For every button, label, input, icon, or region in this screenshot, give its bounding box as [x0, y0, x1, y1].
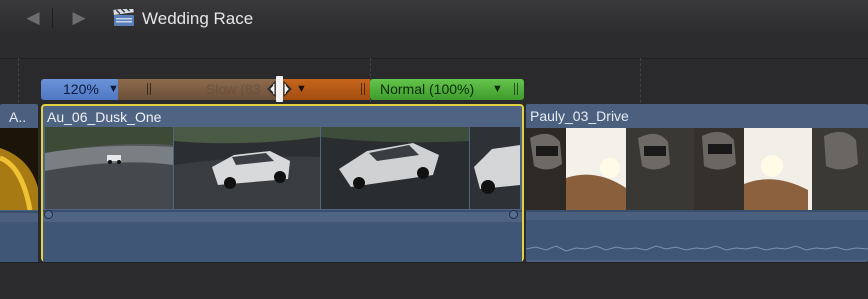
clip-name: Pauly_03_Drive: [530, 108, 629, 124]
forward-button[interactable]: ▶: [68, 8, 90, 28]
clip-filmstrip: [526, 128, 868, 210]
clip-filmstrip: [0, 128, 38, 210]
video-thumbnail: [45, 127, 173, 209]
video-thumbnail: [694, 128, 868, 210]
video-thumbnail: [321, 127, 469, 209]
timeline-empty-area[interactable]: [0, 262, 868, 299]
retime-speed-bar: 120% ▼ Slow (83 ▼ Normal (100%) ▼: [0, 79, 868, 100]
clapperboard-icon: [113, 9, 134, 26]
speed-segment-normal[interactable]: Normal (100%) ▼: [370, 79, 524, 100]
speed-transition-handle-icon[interactable]: [265, 76, 295, 102]
audio-track[interactable]: [0, 222, 38, 262]
audio-track[interactable]: [43, 222, 522, 262]
chevron-right-icon: ▶: [72, 8, 86, 27]
timeline-clip-selected[interactable]: Au_06_Dusk_One: [41, 104, 524, 262]
video-thumbnail: [0, 128, 38, 210]
back-button[interactable]: ◀: [22, 8, 44, 28]
speed-segment-fast[interactable]: 120% ▼: [41, 79, 120, 100]
audio-waveform: [526, 245, 868, 252]
speed-label: 120%: [63, 81, 99, 97]
retime-grip-handle[interactable]: [514, 83, 518, 95]
speed-label: Normal (100%): [380, 81, 475, 97]
audio-track[interactable]: [526, 220, 868, 260]
clip-filmstrip: [45, 127, 520, 209]
speed-segment-slow[interactable]: Slow (83: [118, 79, 280, 100]
nav-divider: [52, 8, 53, 28]
timeline-clip[interactable]: Pauly_03_Drive: [526, 104, 868, 262]
clip-divider: [43, 210, 522, 212]
timeline-ruler[interactable]: [0, 36, 868, 59]
project-title: Wedding Race: [142, 9, 254, 28]
speed-label: Slow (83: [206, 81, 261, 97]
video-thumbnail: [470, 127, 520, 209]
clip-name: Au_06_Dusk_One: [47, 109, 162, 125]
video-thumbnail: [174, 127, 320, 209]
audio-fade-handle[interactable]: [44, 210, 53, 219]
titlebar: ◀ ▶ Wedding Race: [0, 0, 868, 37]
speed-menu-arrow-icon[interactable]: ▼: [492, 79, 503, 100]
speed-menu-arrow-icon[interactable]: ▼: [296, 79, 307, 100]
clip-divider: [526, 210, 868, 212]
retime-grip-handle[interactable]: [361, 83, 365, 95]
retime-grip-handle[interactable]: [147, 83, 151, 95]
timeline-clip[interactable]: A..: [0, 104, 38, 262]
chevron-left-icon: ◀: [26, 8, 40, 27]
video-thumbnail: [526, 128, 694, 210]
clip-name: A..: [9, 109, 27, 125]
clip-divider: [0, 211, 38, 213]
audio-fade-handle[interactable]: [509, 210, 518, 219]
